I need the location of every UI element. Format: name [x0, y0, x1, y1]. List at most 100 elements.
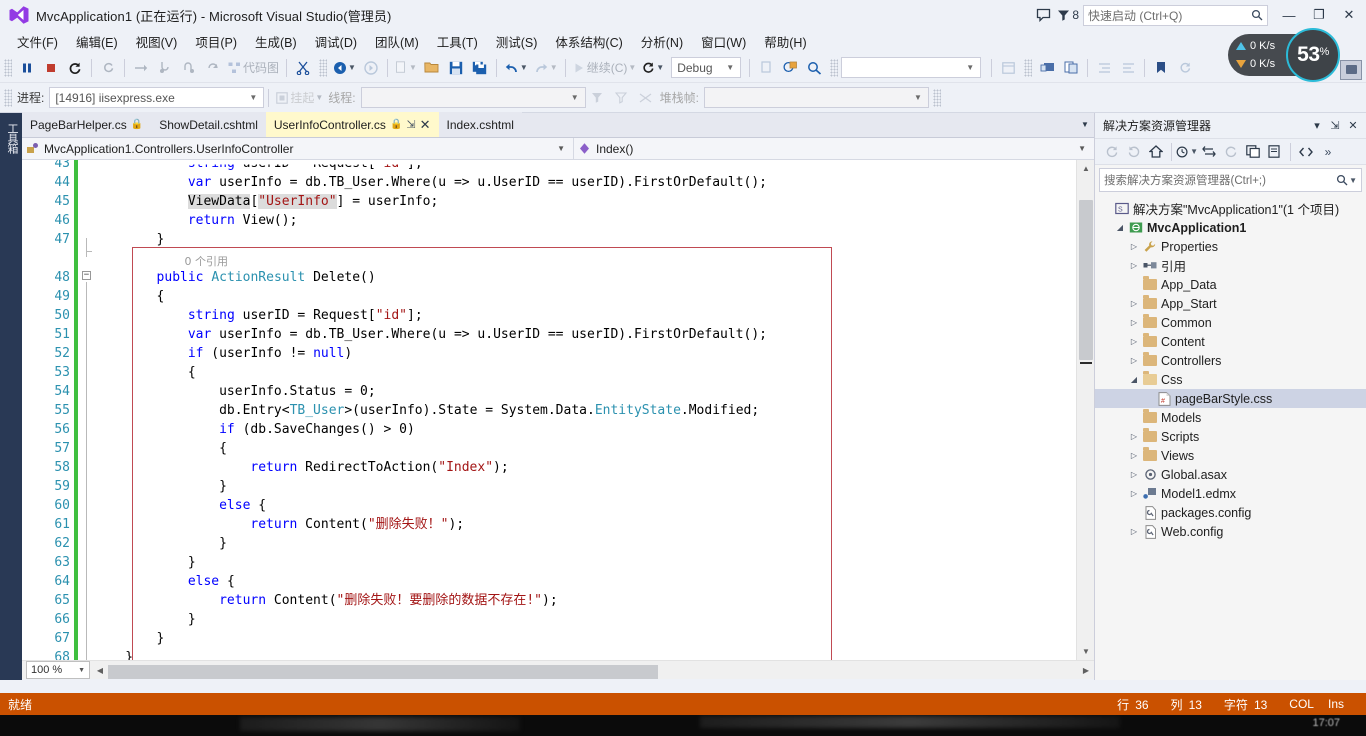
find-in-files-button[interactable]	[802, 56, 826, 80]
solution-configuration-combo[interactable]: Debug ▼	[671, 57, 742, 78]
code-line[interactable]: {	[219, 439, 227, 458]
tab-index-cshtml[interactable]: Index.cshtml	[438, 112, 522, 137]
code-line[interactable]: }	[188, 553, 196, 572]
tree-node-scripts[interactable]: ▷ Scripts	[1095, 427, 1366, 446]
menu-item-architecture[interactable]: 体系结构(C)	[546, 30, 631, 53]
code-line[interactable]: var userInfo = db.TB_User.Where(u => u.U…	[188, 173, 767, 192]
chevron-down-icon[interactable]: ▼	[567, 93, 583, 102]
tab-pagebarhelper-cs[interactable]: PageBarHelper.cs 🔒	[22, 112, 152, 137]
pin-panel-icon[interactable]: ⇲	[1326, 116, 1344, 136]
code-line[interactable]: if (db.SaveChanges() > 0)	[219, 420, 415, 439]
collapsed-chevron-icon[interactable]: ▷	[1127, 337, 1141, 346]
object-browser-button[interactable]	[996, 56, 1020, 80]
code-line[interactable]: public ActionResult Delete()	[157, 268, 376, 287]
save-button[interactable]	[444, 56, 468, 80]
show-threads-in-source-button[interactable]	[634, 86, 658, 110]
toolbar-grip[interactable]	[1024, 58, 1033, 77]
refresh-icon[interactable]	[1220, 141, 1242, 163]
tree-node-app_start[interactable]: ▷ App_Start	[1095, 294, 1366, 313]
toolbar-grip[interactable]	[932, 88, 941, 107]
editor-vertical-scrollbar[interactable]: ▲ ▼	[1076, 160, 1094, 660]
collapsed-chevron-icon[interactable]: ▷	[1127, 527, 1141, 536]
undo-button[interactable]: ▼	[501, 56, 531, 80]
chevron-down-icon[interactable]: ▼	[550, 63, 558, 72]
menu-item-tools[interactable]: 工具(T)	[428, 30, 487, 53]
chevron-down-icon[interactable]: ▼	[1078, 144, 1090, 153]
menu-item-edit[interactable]: 编辑(E)	[67, 30, 127, 53]
chevron-down-icon[interactable]: ▼	[245, 93, 261, 102]
collapse-all-icon[interactable]	[1242, 141, 1264, 163]
toolbar-grip[interactable]	[830, 58, 839, 77]
close-tab-icon[interactable]: ✕	[420, 118, 431, 131]
collapsed-chevron-icon[interactable]: ▷	[1127, 451, 1141, 460]
sync-with-active-document-icon[interactable]	[1198, 141, 1220, 163]
member-navigation-combo[interactable]: Index() ▼	[574, 138, 1094, 159]
suspend-button[interactable]: 挂起 ▼	[273, 86, 326, 110]
collapsed-chevron-icon[interactable]: ▷	[1127, 242, 1141, 251]
chevron-down-icon[interactable]: ▼	[348, 63, 356, 72]
toggle-bookmark-button[interactable]	[1149, 56, 1173, 80]
menu-item-file[interactable]: 文件(F)	[8, 30, 67, 53]
stack-frame-combo[interactable]: ▼	[703, 87, 929, 108]
tree-node-views[interactable]: ▷ Views	[1095, 446, 1366, 465]
redo-button[interactable]: ▼	[531, 56, 561, 80]
tray-display-icon[interactable]	[1340, 60, 1362, 80]
navigate-backward-button[interactable]: ▼	[330, 56, 359, 80]
code-text-area[interactable]: 43 string userID = Request["id"]; 44 var us…	[22, 160, 1076, 660]
send-feedback-icon[interactable]	[1029, 1, 1057, 29]
chevron-down-icon[interactable]: ▼	[656, 63, 664, 72]
code-line[interactable]: else {	[188, 572, 235, 591]
code-line[interactable]: else {	[219, 496, 266, 515]
horizontal-scrollbar-thumb[interactable]	[108, 665, 658, 679]
save-all-button[interactable]	[468, 56, 492, 80]
code-line[interactable]: }	[125, 648, 133, 660]
process-combo[interactable]: [14916] iisexpress.exe ▼	[49, 87, 265, 108]
tree-node-packages.config[interactable]: packages.config	[1095, 503, 1366, 522]
open-file-button[interactable]	[420, 56, 444, 80]
maximize-button[interactable]: ❐	[1304, 1, 1334, 29]
menu-item-build[interactable]: 生成(B)	[246, 30, 306, 53]
properties-icon[interactable]	[1264, 141, 1286, 163]
thread-combo[interactable]: ▼	[360, 87, 586, 108]
cut-button[interactable]	[291, 56, 315, 80]
code-line[interactable]: ViewData["UserInfo"] = userInfo;	[187, 192, 438, 211]
tree-node--[interactable]: ▷ 引用	[1095, 256, 1366, 275]
code-line[interactable]: }	[157, 629, 165, 648]
tree-node--mvcapplication1-1-[interactable]: S 解决方案"MvcApplication1"(1 个项目)	[1095, 199, 1366, 218]
clear-bookmarks-button[interactable]	[1173, 56, 1197, 80]
toolbar-grip[interactable]	[4, 88, 12, 107]
code-line[interactable]: var userInfo = db.TB_User.Where(u => u.U…	[188, 325, 767, 344]
code-line[interactable]: }	[219, 534, 227, 553]
toolbar-overflow-icon[interactable]: »	[1317, 141, 1339, 163]
collapsed-chevron-icon[interactable]: ▷	[1127, 261, 1141, 270]
menu-item-help[interactable]: 帮助(H)	[755, 30, 815, 53]
decrease-indent-button[interactable]	[1116, 56, 1140, 80]
tree-node-global.asax[interactable]: ▷ Global.asax	[1095, 465, 1366, 484]
minimize-button[interactable]: —	[1274, 1, 1304, 29]
code-line[interactable]: }	[188, 610, 196, 629]
step-into-button[interactable]	[153, 56, 177, 80]
restart-run-button[interactable]: ▼	[639, 56, 667, 80]
tab-userinfocontroller-cs[interactable]: UserInfoController.cs 🔒 ⇲ ✕	[265, 112, 439, 137]
tab-showdetail-cshtml[interactable]: ShowDetail.cshtml	[151, 112, 266, 137]
toolbar-grip[interactable]	[319, 58, 328, 77]
chevron-down-icon[interactable]: ▼	[520, 63, 528, 72]
close-button[interactable]: ✕	[1334, 1, 1364, 29]
menu-item-debug[interactable]: 调试(D)	[306, 30, 366, 53]
chevron-down-icon[interactable]: ▼	[628, 63, 636, 72]
code-map-button[interactable]: 代码图	[225, 56, 282, 80]
increase-indent-button[interactable]	[1092, 56, 1116, 80]
pin-tab-icon[interactable]: ⇲	[406, 118, 415, 131]
zoom-level-combo[interactable]: 100 % ▼	[26, 661, 90, 679]
collapsed-chevron-icon[interactable]: ▷	[1127, 299, 1141, 308]
chevron-down-icon[interactable]: ▼	[910, 93, 926, 102]
menu-item-team[interactable]: 团队(M)	[366, 30, 428, 53]
panel-menu-icon[interactable]: ▾	[1308, 116, 1326, 136]
chevron-down-icon[interactable]: ▼	[722, 63, 738, 72]
menu-item-window[interactable]: 窗口(W)	[692, 30, 755, 53]
uncomment-selection-button[interactable]	[1059, 56, 1083, 80]
solution-tree[interactable]: S 解决方案"MvcApplication1"(1 个项目) ◢ MvcApplica…	[1095, 195, 1366, 541]
collapsed-chevron-icon[interactable]: ▷	[1127, 318, 1141, 327]
scroll-right-arrow-icon[interactable]: ▶	[1078, 661, 1094, 679]
tree-node-web.config[interactable]: ▷ Web.config	[1095, 522, 1366, 541]
